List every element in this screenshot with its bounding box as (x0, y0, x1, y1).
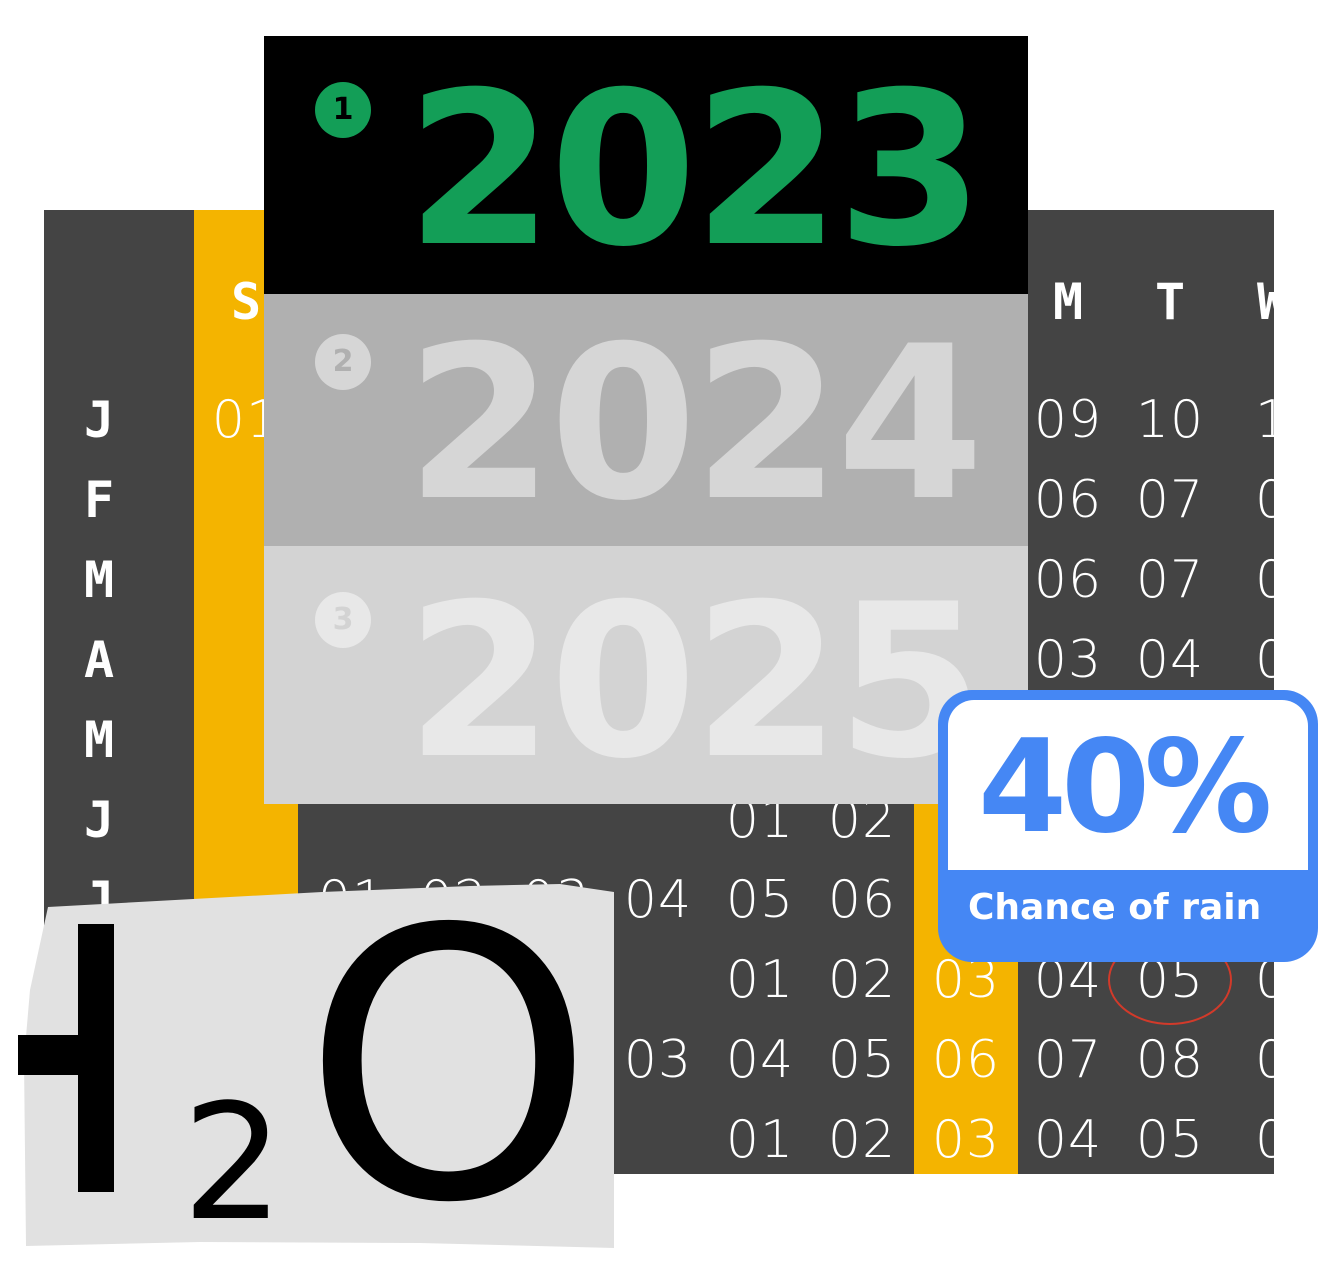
weekday-header-mon: M (1052, 273, 1084, 331)
year-label: 2023 (406, 46, 984, 293)
day-cell[interactable]: 0 (1220, 1028, 1274, 1092)
day-cell[interactable]: 04 (1118, 628, 1222, 692)
day-cell[interactable]: 05 (708, 868, 812, 932)
month-label: F (83, 471, 115, 529)
day-cell[interactable]: 05 (810, 1028, 914, 1092)
day-cell[interactable]: 01 (708, 1108, 812, 1172)
day-cell[interactable]: 03 (504, 868, 608, 932)
day-cell[interactable]: 07 (1016, 1028, 1120, 1092)
rain-label: Chance of rain (968, 887, 1262, 928)
year-option-2025[interactable]: 3 2025 (264, 546, 1028, 804)
weekday-header-wed: W (1256, 273, 1274, 331)
month-label: M (83, 711, 115, 769)
day-cell[interactable]: 02 (810, 1108, 914, 1172)
year-option-2023[interactable]: 1 2023 (264, 36, 1028, 294)
year-label: 2024 (406, 300, 984, 547)
year-option-2024[interactable]: 2 2024 (264, 294, 1028, 546)
month-label: J (83, 791, 115, 849)
day-cell[interactable]: 07 (1118, 468, 1222, 532)
day-cell[interactable]: 06 (810, 868, 914, 932)
day-cell[interactable]: 06 (1016, 548, 1120, 612)
badge-1-icon: 1 (315, 82, 371, 138)
badge-2-icon: 2 (315, 334, 371, 390)
month-label: M (83, 551, 115, 609)
day-cell[interactable]: 02 (402, 868, 506, 932)
day-cell[interactable]: 05 (1118, 1108, 1222, 1172)
day-cell[interactable]: 08 (1118, 1028, 1222, 1092)
badge-3-icon: 3 (315, 592, 371, 648)
rain-percentage: 40% (978, 713, 1272, 862)
day-cell[interactable]: 0 (1220, 1108, 1274, 1172)
day-cell[interactable]: 01 (300, 868, 404, 932)
month-label: J (83, 871, 115, 929)
month-label: J (83, 391, 115, 449)
day-cell[interactable]: 07 (1118, 548, 1222, 612)
weekday-header-tue: T (1154, 273, 1186, 331)
day-cell[interactable]: 10 (1118, 388, 1222, 452)
day-cell[interactable]: 04 (606, 868, 710, 932)
day-cell[interactable]: 0 (1220, 468, 1274, 532)
rain-card-body: 40% (948, 700, 1308, 870)
day-cell[interactable]: 03 (606, 1028, 710, 1092)
day-cell[interactable]: 04 (708, 1028, 812, 1092)
day-cell[interactable]: 0 (1220, 628, 1274, 692)
month-label: A (83, 631, 115, 689)
day-cell[interactable]: 0 (1220, 548, 1274, 612)
year-label: 2025 (406, 558, 984, 805)
day-cell[interactable]: 1 (1220, 388, 1274, 452)
day-cell[interactable]: 02 (810, 948, 914, 1012)
day-cell[interactable]: 04 (1016, 1108, 1120, 1172)
day-cell[interactable]: 09 (1016, 388, 1120, 452)
day-cell[interactable]: 06 (1016, 468, 1120, 532)
day-cell[interactable]: 03 (914, 1108, 1018, 1172)
day-cell[interactable]: 01 (708, 948, 812, 1012)
day-cell[interactable]: 06 (914, 1028, 1018, 1092)
rain-chance-card: 40% Chance of rain (938, 690, 1318, 962)
day-cell[interactable]: 03 (1016, 628, 1120, 692)
